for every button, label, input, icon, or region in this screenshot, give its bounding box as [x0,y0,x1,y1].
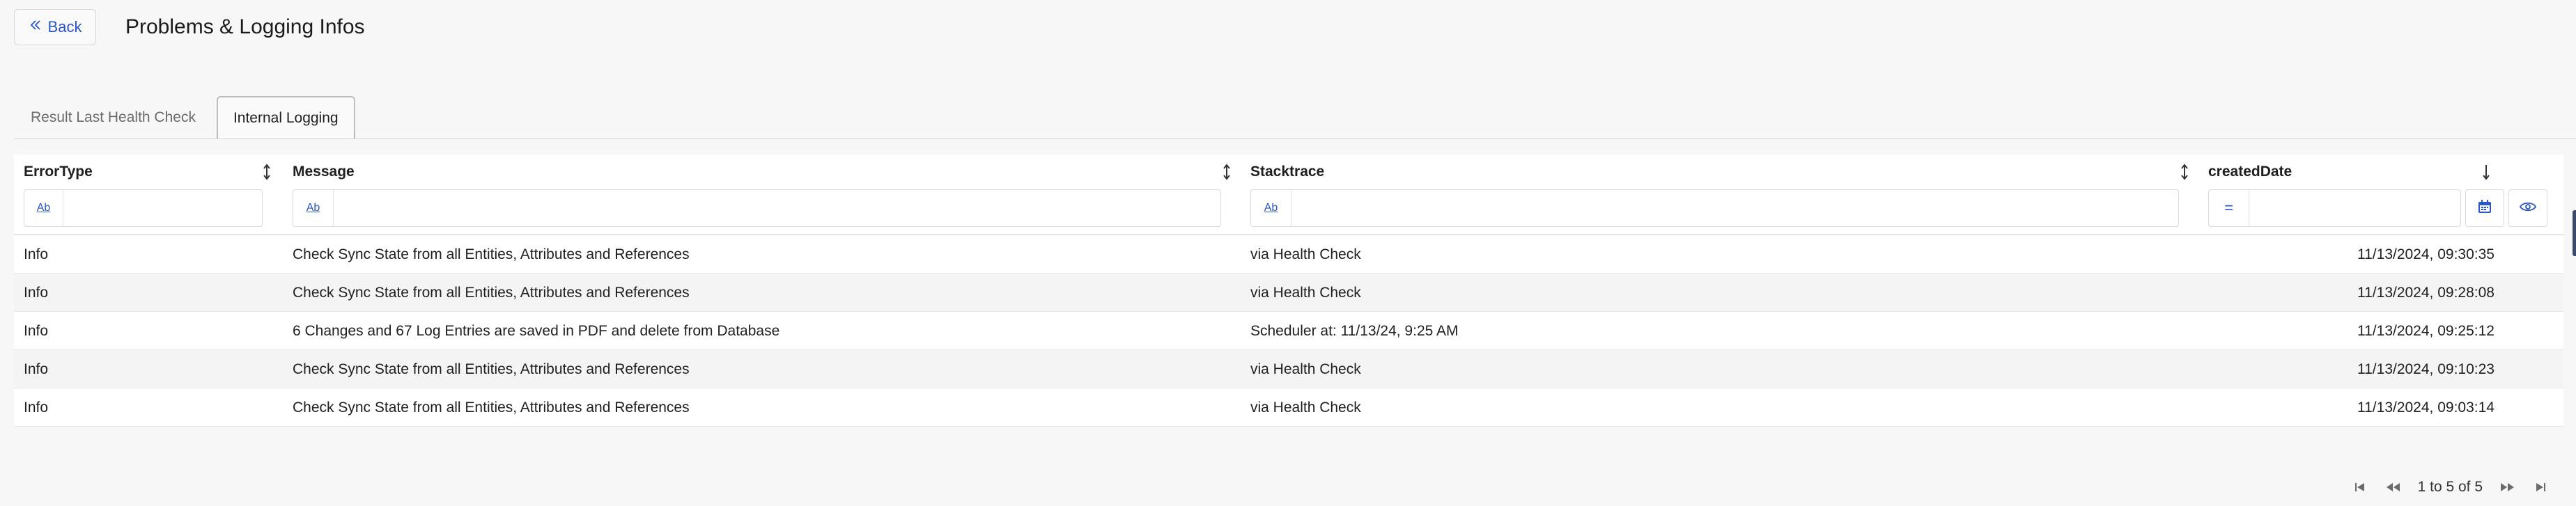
createddate-filter-input[interactable] [2249,190,2460,226]
filter-type-button[interactable]: Ab [293,190,334,226]
page-title: Problems & Logging Infos [125,15,365,38]
column-header-createddate: createdDate = [2208,155,2556,235]
cell-stacktrace: via Health Check [1250,284,1361,301]
sort-arrows-icon[interactable] [259,162,274,182]
arrow-down-icon[interactable] [2478,162,2494,182]
cell-createddate: 11/13/2024, 09:28:08 [2357,284,2494,301]
table-row[interactable]: Info Check Sync State from all Entities,… [14,235,2563,274]
pagination: 1 to 5 of 5 [2351,473,2550,501]
column-label-errortype: ErrorType [24,164,93,180]
column-header-errortype: ErrorType Ab [24,155,281,235]
cell-stacktrace: via Health Check [1250,399,1361,416]
stacktrace-filter: Ab [1250,189,2179,227]
eye-icon [2519,201,2537,216]
createddate-filter: = [2208,189,2461,227]
back-button[interactable]: Back [14,9,96,45]
double-chevron-left-icon [29,18,42,36]
message-filter-input[interactable] [334,190,1220,226]
message-filter: Ab [293,189,1221,227]
column-header-stacktrace: Stacktrace Ab [1250,155,2199,235]
cell-message: Check Sync State from all Entities, Attr… [293,361,690,377]
tab-result-last-health-check[interactable]: Result Last Health Check [14,96,212,139]
table-row[interactable]: Info Check Sync State from all Entities,… [14,388,2563,427]
pagination-status: 1 to 5 of 5 [2417,479,2483,495]
scroll-edge-indicator [2573,210,2576,256]
previous-page-icon[interactable] [2384,478,2403,496]
cell-errortype: Info [24,361,49,377]
logging-table: ErrorType Ab Message Ab Stacktrace Ab cr… [14,155,2563,427]
cell-createddate: 11/13/2024, 09:25:12 [2357,322,2494,339]
cell-message: 6 Changes and 67 Log Entries are saved i… [293,322,780,339]
first-page-icon[interactable] [2351,478,2369,496]
cell-createddate: 11/13/2024, 09:10:23 [2357,361,2494,377]
cell-message: Check Sync State from all Entities, Attr… [293,284,690,301]
column-label-stacktrace: Stacktrace [1250,164,1325,180]
table-body: Info Check Sync State from all Entities,… [14,235,2563,427]
last-page-icon[interactable] [2531,478,2550,496]
errortype-filter: Ab [24,189,263,227]
calendar-button[interactable] [2465,189,2504,227]
filter-type-button[interactable]: = [2209,190,2249,226]
cell-message: Check Sync State from all Entities, Attr… [293,246,690,262]
cell-errortype: Info [24,284,49,301]
column-label-message: Message [293,164,355,180]
tab-internal-logging[interactable]: Internal Logging [216,96,355,139]
errortype-filter-input[interactable] [63,190,262,226]
table-header: ErrorType Ab Message Ab Stacktrace Ab cr… [14,155,2563,235]
cell-errortype: Info [24,246,49,262]
column-header-message: Message Ab [293,155,1241,235]
cell-message: Check Sync State from all Entities, Attr… [293,399,690,416]
cell-errortype: Info [24,399,49,416]
stacktrace-filter-input[interactable] [1291,190,2178,226]
column-label-createddate: createdDate [2208,164,2292,180]
cell-createddate: 11/13/2024, 09:03:14 [2357,399,2494,416]
table-row[interactable]: Info Check Sync State from all Entities,… [14,350,2563,388]
page-header: Back Problems & Logging Infos [14,8,365,46]
cell-errortype: Info [24,322,49,339]
back-button-label: Back [47,18,82,35]
calendar-icon [2477,199,2492,218]
table-row[interactable]: Info Check Sync State from all Entities,… [14,274,2563,312]
tab-bar: Result Last Health Check Internal Loggin… [14,96,355,139]
filter-type-button[interactable]: Ab [1251,190,1291,226]
cell-stacktrace: via Health Check [1250,246,1361,262]
sort-arrows-icon[interactable] [1219,162,1234,182]
table-row[interactable]: Info 6 Changes and 67 Log Entries are sa… [14,312,2563,350]
visibility-button[interactable] [2508,189,2547,227]
cell-stacktrace: via Health Check [1250,361,1361,377]
cell-stacktrace: Scheduler at: 11/13/24, 9:25 AM [1250,322,1459,339]
cell-createddate: 11/13/2024, 09:30:35 [2357,246,2494,262]
sort-arrows-icon[interactable] [2177,162,2192,182]
filter-type-button[interactable]: Ab [24,190,63,226]
next-page-icon[interactable] [2498,478,2516,496]
